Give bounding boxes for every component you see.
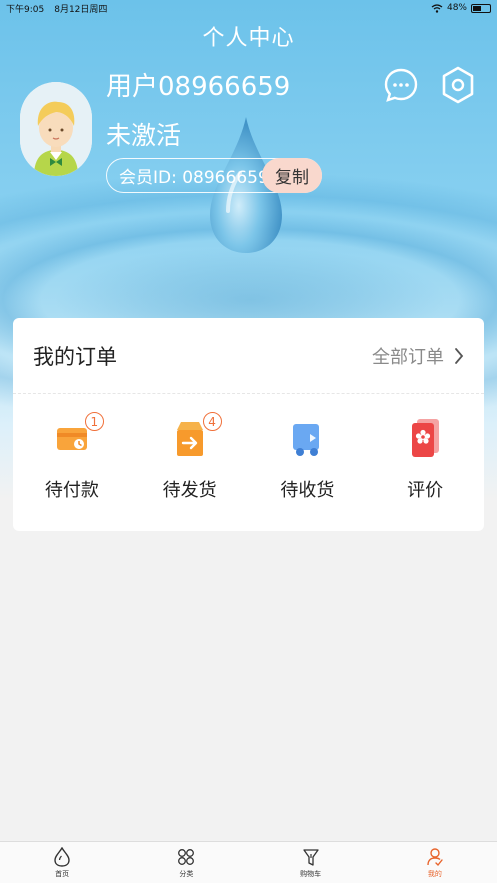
username: 用户08966659 xyxy=(106,72,291,102)
status-bar: 下午9:05 8月12日周四 48% xyxy=(0,0,497,16)
settings-icon[interactable] xyxy=(440,66,476,104)
tab-label: 我的 xyxy=(427,870,442,878)
order-status-list: 1 待付款 4 待发货 待收货 评价 xyxy=(13,394,484,502)
truck-icon xyxy=(289,416,325,460)
wifi-icon xyxy=(431,3,443,13)
battery-percent: 48% xyxy=(446,3,467,13)
tab-label: 首页 xyxy=(55,870,70,878)
bottom-tab-bar: 首页 分类 购物车 我的 xyxy=(0,841,497,883)
filter-cart-icon xyxy=(302,849,319,866)
drop-icon xyxy=(54,847,70,867)
activation-status: 未激活 xyxy=(106,121,182,150)
member-id-label: 会员ID: 08966659 xyxy=(119,168,269,188)
tab-mine[interactable]: 我的 xyxy=(373,842,497,883)
message-icon[interactable] xyxy=(384,68,418,102)
box-arrow-icon: 4 xyxy=(172,412,222,460)
pending-shipment-badge: 4 xyxy=(202,412,222,431)
copy-button[interactable]: 复制 xyxy=(262,158,322,193)
flower-card-icon xyxy=(407,416,443,460)
avatar-illustration xyxy=(20,82,92,176)
tab-home[interactable]: 首页 xyxy=(0,842,124,883)
order-item-label: 评价 xyxy=(407,480,444,501)
order-item-label: 待发货 xyxy=(162,480,217,501)
order-item-pending-payment[interactable]: 1 待付款 xyxy=(13,412,131,502)
order-item-label: 待收货 xyxy=(280,480,335,501)
status-right: 48% xyxy=(431,3,491,13)
tab-cart[interactable]: 购物车 xyxy=(249,842,373,883)
all-orders-link[interactable]: 全部订单 xyxy=(372,343,464,369)
wallet-icon: 1 xyxy=(54,412,104,460)
status-date: 8月12日周四 xyxy=(54,4,108,15)
all-orders-label: 全部订单 xyxy=(372,346,444,368)
order-item-review[interactable]: 评价 xyxy=(366,416,484,502)
page-title: 个人中心 xyxy=(202,26,295,51)
user-icon xyxy=(427,848,443,867)
order-card: 我的订单 全部订单 1 待付款 4 待发货 待收货 评价 xyxy=(13,318,484,531)
pending-payment-badge: 1 xyxy=(84,412,104,431)
order-card-header: 我的订单 全部订单 xyxy=(13,318,484,394)
member-id-pill: 会员ID: 08966659 复制 xyxy=(106,158,322,193)
order-item-pending-receipt[interactable]: 待收货 xyxy=(249,416,367,502)
avatar[interactable] xyxy=(20,82,92,176)
grid-icon xyxy=(178,849,195,865)
tab-label: 分类 xyxy=(179,870,194,878)
order-title: 我的订单 xyxy=(33,344,117,369)
tab-category[interactable]: 分类 xyxy=(124,842,248,883)
order-item-pending-shipment[interactable]: 4 待发货 xyxy=(131,412,249,502)
tab-label: 购物车 xyxy=(300,870,322,878)
order-item-label: 待付款 xyxy=(44,480,99,501)
status-time: 下午9:05 xyxy=(6,4,45,15)
battery-icon xyxy=(471,3,491,13)
chevron-right-icon xyxy=(455,347,464,364)
